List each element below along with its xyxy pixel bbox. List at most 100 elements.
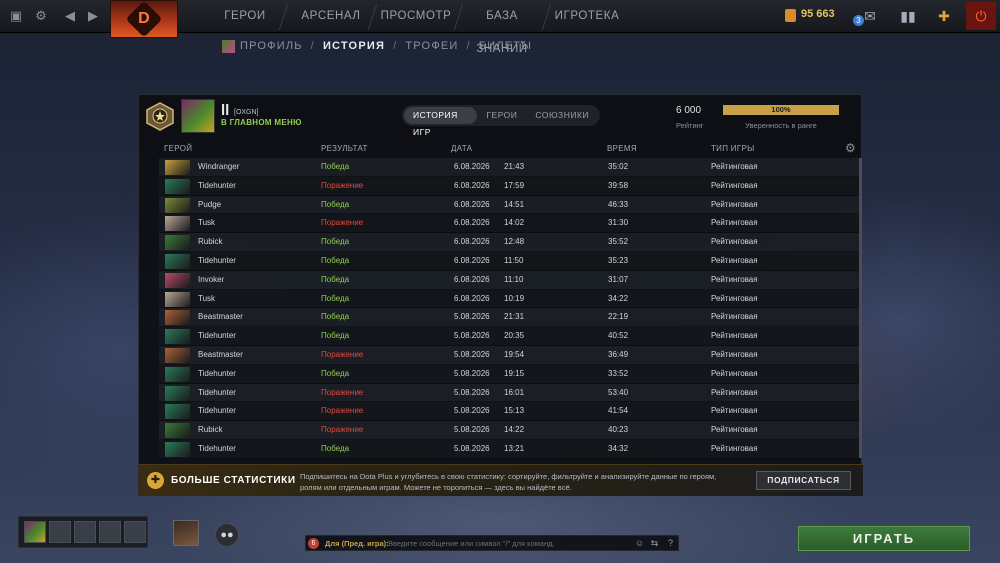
forward-arrow-icon[interactable]: ▶	[85, 8, 101, 24]
match-date: 5.08.2026	[454, 406, 490, 416]
chat-unread-badge[interactable]: 6	[308, 538, 319, 549]
party-slot-empty[interactable]	[124, 521, 146, 543]
match-clock: 13:21	[504, 443, 525, 453]
nav-watch[interactable]: ПРОСМОТР	[380, 0, 452, 33]
hero-thumbnail	[165, 253, 190, 269]
equipped-item-slot[interactable]	[173, 520, 199, 546]
hero-name: Tidehunter	[198, 255, 236, 265]
match-row[interactable]: Tidehunter Победа 5.08.2026 19:15 33:52 Рейти…	[159, 364, 859, 384]
emoji-icon[interactable]: ☺	[633, 537, 646, 550]
nav-arcade[interactable]: ИГРОТЕКА	[552, 0, 622, 33]
game-type: Рейтинговая	[711, 443, 758, 453]
match-result: Победа	[321, 443, 350, 453]
subscribe-button[interactable]: ПОДПИСАТЬСЯ	[756, 471, 851, 490]
subnav-tickets[interactable]: БИЛЕТЫ	[479, 40, 532, 52]
tab-heroes[interactable]: ГЕРОИ	[477, 107, 526, 124]
shards-count[interactable]: 95 663	[801, 8, 835, 20]
match-row[interactable]: Tusk Поражение 6.08.2026 14:02 31:30 Рейтинго…	[159, 214, 859, 234]
column-header-date[interactable]: ДАТА	[451, 144, 472, 153]
match-result: Победа	[321, 312, 350, 322]
match-clock: 11:50	[504, 255, 524, 265]
nav-knowledge-base[interactable]: БАЗА ЗНАНИЙ	[462, 0, 542, 55]
match-row[interactable]: Tusk Победа 6.08.2026 10:19 34:22 Рейтинговая	[159, 289, 859, 309]
confidence-value: 100%	[771, 105, 791, 114]
table-settings-gear-icon[interactable]: ⚙	[845, 141, 856, 155]
hero-name: Tidehunter	[198, 387, 236, 397]
match-result: Победа	[321, 237, 350, 247]
match-row[interactable]: Tidehunter Победа 6.08.2026 11:50 35:23 Рейти…	[159, 251, 859, 271]
play-button[interactable]: ИГРАТЬ	[798, 526, 970, 551]
match-date: 5.08.2026	[454, 443, 490, 453]
match-clock: 11:10	[504, 274, 524, 284]
match-row[interactable]: Windranger Победа 6.08.2026 21:43 35:02 Рейти…	[159, 158, 859, 177]
column-header-result[interactable]: РЕЗУЛЬТАТ	[321, 144, 368, 153]
hero-name: Rubick	[198, 425, 223, 435]
match-result: Победа	[321, 293, 350, 303]
hero-thumbnail	[165, 235, 190, 251]
match-date: 5.08.2026	[454, 312, 490, 322]
subnav-profile[interactable]: ПРОФИЛЬ	[240, 40, 303, 52]
player-hero-portrait[interactable]	[181, 99, 215, 133]
match-row[interactable]: Beastmaster Победа 5.08.2026 21:31 22:19 Рейт…	[159, 308, 859, 328]
hero-thumbnail	[165, 366, 190, 382]
hero-thumbnail	[165, 404, 190, 420]
dota-plus-icon[interactable]: ✚	[929, 2, 959, 30]
party-slot-empty[interactable]	[49, 521, 71, 543]
hero-name: Tidehunter	[198, 331, 236, 341]
column-header-time[interactable]: ВРЕМЯ	[607, 144, 637, 153]
match-date: 5.08.2026	[454, 349, 490, 359]
rating-value: 6 000	[676, 105, 702, 116]
confidence-label: Уверенность в ранге	[745, 121, 817, 130]
match-row[interactable]: Pudge Победа 6.08.2026 14:51 46:33 Рейтингова…	[159, 195, 859, 215]
chat-channel-label[interactable]: Для (Пред. игра):	[325, 539, 389, 548]
inventory-icon[interactable]: ▮▮	[893, 2, 923, 30]
party-slot-empty[interactable]	[99, 521, 121, 543]
game-type: Рейтинговая	[711, 312, 758, 322]
column-header-game-type[interactable]: ТИП ИГРЫ	[711, 144, 755, 153]
nav-arsenal[interactable]: АРСЕНАЛ	[295, 0, 367, 33]
shards-icon	[785, 9, 796, 22]
match-row[interactable]: Tidehunter Поражение 5.08.2026 15:13 41:54 Ре…	[159, 402, 859, 422]
friends-icon[interactable]: ●●	[215, 523, 239, 547]
match-row[interactable]: Tidehunter Победа 5.08.2026 20:35 40:52 Рейти…	[159, 327, 859, 346]
nav-divider	[541, 4, 552, 30]
subnav-trophies[interactable]: ТРОФЕИ	[405, 40, 458, 52]
rating-label: Рейтинг	[676, 121, 704, 130]
match-result: Победа	[321, 274, 350, 284]
dashboard-icon[interactable]: ▣	[8, 8, 24, 24]
chat-input[interactable]	[388, 537, 628, 550]
settings-gear-icon[interactable]: ⚙	[33, 8, 49, 24]
hero-name: Tidehunter	[198, 368, 236, 378]
match-duration: 40:52	[608, 331, 629, 341]
match-clock: 14:51	[504, 199, 525, 209]
hero-thumbnail	[165, 441, 190, 457]
tab-match-history[interactable]: ИСТОРИЯ ИГР	[404, 107, 478, 137]
chat-options-icon[interactable]: ⇆	[648, 537, 661, 550]
match-list-scrollbar[interactable]	[859, 158, 862, 458]
nav-heroes[interactable]: ГЕРОИ	[216, 0, 274, 33]
match-result: Поражение	[321, 218, 364, 228]
chat-bar: 6 Для (Пред. игра): ☺ ⇆ ?	[305, 535, 679, 551]
subnav-separator: /	[310, 40, 315, 52]
match-row[interactable]: Tidehunter Поражение 6.08.2026 17:59 39:58 Ре…	[159, 176, 859, 196]
match-row[interactable]: Beastmaster Поражение 5.08.2026 19:54 36:49 Р…	[159, 345, 859, 365]
match-row[interactable]: Invoker Победа 6.08.2026 11:10 31:07 Рейтинго…	[159, 270, 859, 290]
dota-logo-icon: D	[125, 0, 163, 38]
match-row[interactable]: Rubick Поражение 5.08.2026 14:22 40:23 Рейтин…	[159, 421, 859, 440]
hero-name: Beastmaster	[198, 312, 243, 322]
help-icon[interactable]: ?	[664, 537, 677, 550]
party-slot-empty[interactable]	[74, 521, 96, 543]
game-type: Рейтинговая	[711, 293, 758, 303]
back-arrow-icon[interactable]: ◀	[62, 8, 78, 24]
match-row[interactable]: Rubick Победа 6.08.2026 12:48 35:52 Рейтингов…	[159, 233, 859, 252]
power-icon[interactable]: ⏻	[966, 2, 996, 30]
match-date: 5.08.2026	[454, 425, 490, 435]
match-row[interactable]: Tidehunter Победа 5.08.2026 13:21 34:32 Рейти…	[159, 439, 859, 459]
match-row[interactable]: Tidehunter Поражение 5.08.2026 16:01 53:40 Ре…	[159, 383, 859, 403]
tab-allies[interactable]: СОЮЗНИКИ	[526, 107, 598, 124]
column-header-hero[interactable]: ГЕРОЙ	[164, 144, 192, 153]
subnav-history[interactable]: ИСТОРИЯ	[323, 40, 385, 52]
party-slot-self[interactable]	[24, 521, 46, 543]
dota-logo-button[interactable]: D	[110, 0, 178, 38]
game-type: Рейтинговая	[711, 349, 758, 359]
